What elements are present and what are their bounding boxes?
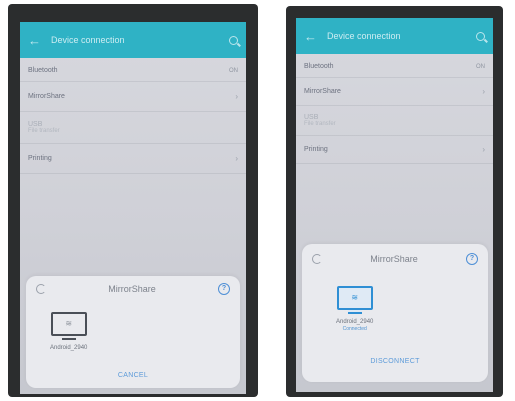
toggle-state[interactable]: ON — [229, 68, 238, 74]
app-bar: ← Device connection — [296, 18, 493, 54]
phone-screen: ← Device connection Bluetooth ON MirrorS… — [296, 18, 493, 392]
settings-row-bluetooth[interactable]: Bluetooth ON — [20, 60, 246, 82]
settings-list: Bluetooth ON MirrorShare › USB File tran… — [20, 60, 246, 174]
app-bar: ← Device connection — [20, 22, 246, 58]
dialog-title: MirrorShare — [370, 254, 418, 264]
settings-row-label: Bluetooth — [304, 63, 334, 70]
device-status: Connected — [342, 326, 367, 332]
settings-row-mirrorshare[interactable]: MirrorShare › — [20, 82, 246, 112]
page-title: Device connection — [327, 31, 401, 41]
settings-row-subtitle: File transfer — [28, 128, 60, 134]
page-title: Device connection — [51, 35, 125, 45]
back-arrow-icon[interactable]: ← — [304, 29, 317, 44]
settings-row-label: MirrorShare — [304, 88, 341, 95]
search-icon[interactable] — [229, 35, 238, 45]
settings-row-usb: USB File transfer — [20, 112, 246, 144]
settings-row-bluetooth[interactable]: Bluetooth ON — [296, 56, 493, 78]
device-name: Android_2940 — [336, 319, 374, 325]
settings-row-label: Printing — [28, 155, 52, 162]
dialog-header: MirrorShare ? — [302, 244, 488, 274]
settings-row-subtitle: File transfer — [304, 121, 336, 127]
toggle-state[interactable]: ON — [476, 64, 485, 70]
back-arrow-icon[interactable]: ← — [28, 33, 41, 48]
settings-row-label: MirrorShare — [28, 93, 65, 100]
settings-row-label: Printing — [304, 146, 328, 153]
phone-photo-right: ← Device connection Bluetooth ON MirrorS… — [286, 6, 503, 397]
settings-row-mirrorshare[interactable]: MirrorShare › — [296, 78, 493, 106]
settings-row-label: USB — [304, 114, 319, 121]
tv-screen-icon: ≋ — [336, 286, 373, 314]
refresh-icon[interactable] — [312, 254, 322, 264]
device-item[interactable]: ≋ Android_2940 Connected — [336, 286, 373, 332]
device-item[interactable]: ≋ Android_2940 — [50, 312, 87, 351]
settings-row-label: USB — [28, 121, 43, 128]
device-name: Android_2940 — [50, 345, 88, 351]
settings-list: Bluetooth ON MirrorShare › USB File tran… — [296, 56, 493, 164]
settings-row-printing[interactable]: Printing › — [296, 136, 493, 164]
mirrorshare-dialog: MirrorShare ? ≋ Android_2940 CANCEL — [26, 276, 240, 388]
dialog-header: MirrorShare ? — [26, 276, 240, 302]
settings-row-label: Bluetooth — [28, 67, 58, 74]
cancel-button[interactable]: CANCEL — [26, 372, 240, 379]
dialog-title: MirrorShare — [108, 284, 156, 294]
wifi-icon: ≋ — [65, 319, 73, 328]
settings-row-usb: USB File transfer — [296, 106, 493, 136]
disconnect-button[interactable]: DISCONNECT — [302, 358, 488, 365]
help-icon[interactable]: ? — [465, 253, 478, 265]
mirrorshare-dialog: MirrorShare ? ≋ Android_2940 Connected D… — [302, 244, 488, 382]
phone-screen: ← Device connection Bluetooth ON MirrorS… — [20, 22, 246, 394]
settings-row-printing[interactable]: Printing › — [20, 144, 246, 174]
refresh-icon[interactable] — [36, 284, 46, 294]
search-icon[interactable] — [476, 31, 485, 41]
tv-screen-icon: ≋ — [50, 312, 87, 340]
help-icon[interactable]: ? — [217, 283, 230, 295]
chevron-right-icon: › — [482, 145, 485, 154]
phone-photo-left: ← Device connection Bluetooth ON MirrorS… — [8, 4, 258, 397]
chevron-right-icon: › — [482, 87, 485, 96]
wifi-icon: ≋ — [351, 293, 359, 302]
chevron-right-icon: › — [235, 92, 238, 101]
chevron-right-icon: › — [235, 154, 238, 163]
